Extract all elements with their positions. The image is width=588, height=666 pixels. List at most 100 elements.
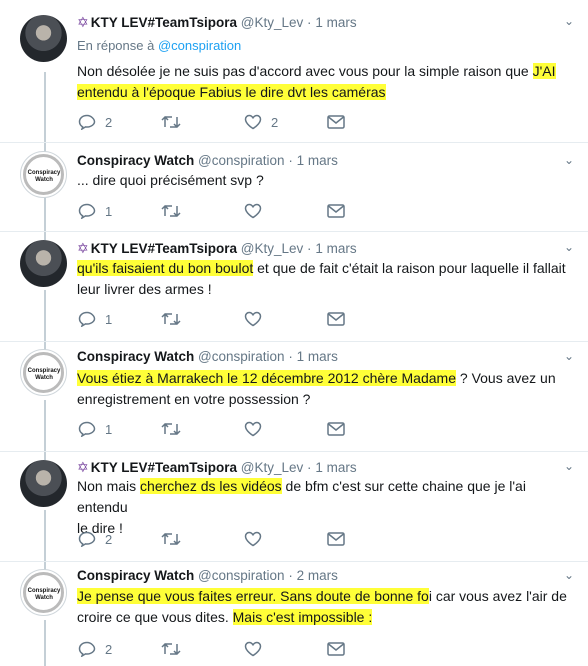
tweet-header: ✡ KTY LEV#TeamTsipora @Kty_Lev · 1 mars xyxy=(77,459,357,476)
retweet-icon xyxy=(161,115,181,129)
retweet-button[interactable] xyxy=(161,203,244,219)
reply-prefix: En réponse à xyxy=(77,38,155,53)
like-count: 2 xyxy=(271,114,279,130)
reply-count: 2 xyxy=(105,114,113,130)
direct-message-button[interactable] xyxy=(327,422,410,436)
reply-button[interactable]: 1 xyxy=(78,203,161,219)
reply-button[interactable]: 2 xyxy=(78,114,161,130)
separator-dot: · xyxy=(307,15,312,30)
avatar[interactable]: Conspiracy Watch xyxy=(20,569,67,616)
highlighted-text: qu'ils faisaient du bon boulot xyxy=(77,260,254,276)
like-button[interactable] xyxy=(244,421,327,437)
author-name[interactable]: Conspiracy Watch xyxy=(77,349,194,364)
reply-button[interactable]: 1 xyxy=(78,311,161,327)
direct-message-button[interactable] xyxy=(327,115,410,129)
tweet[interactable]: Conspiracy Watch Conspiracy Watch @consp… xyxy=(0,341,588,452)
retweet-button[interactable] xyxy=(161,641,244,657)
timestamp[interactable]: 1 mars xyxy=(315,15,356,30)
timestamp[interactable]: 1 mars xyxy=(297,153,338,168)
highlighted-text: J'AI xyxy=(532,63,556,79)
author-handle[interactable]: @Kty_Lev xyxy=(241,460,303,475)
tweet-text: qu'ils faisaient du bon boulot et que de… xyxy=(77,258,572,300)
author-name[interactable]: Conspiracy Watch xyxy=(77,153,194,168)
star-of-david-icon: ✡ xyxy=(77,14,89,30)
reply-button[interactable]: 2 xyxy=(78,641,161,657)
separator-dot: · xyxy=(307,460,312,475)
like-button[interactable] xyxy=(244,203,327,219)
reply-icon xyxy=(78,311,96,327)
like-button[interactable] xyxy=(244,531,327,547)
retweet-button[interactable] xyxy=(161,311,244,327)
separator-dot: · xyxy=(288,153,293,168)
author-name[interactable]: KTY LEV#TeamTsipora xyxy=(91,15,237,30)
chevron-down-icon[interactable]: ⌄ xyxy=(564,240,574,254)
heart-icon xyxy=(244,311,262,327)
direct-message-button[interactable] xyxy=(327,642,410,656)
reply-link[interactable]: @conspiration xyxy=(158,38,241,53)
timestamp[interactable]: 1 mars xyxy=(297,349,338,364)
text-part: ? Vous avez un xyxy=(456,370,556,386)
highlighted-text: Vous étiez à Marrakech le 12 décembre 20… xyxy=(77,370,456,386)
reply-button[interactable]: 2 xyxy=(78,531,161,547)
author-handle[interactable]: @conspiration xyxy=(198,153,285,168)
separator-dot: · xyxy=(288,349,293,364)
text-part: et que de fait c'était la raison pour la… xyxy=(253,260,566,276)
tweet-actions: 1 xyxy=(78,421,410,437)
direct-message-button[interactable] xyxy=(327,312,410,326)
tweet[interactable]: ✡ KTY LEV#TeamTsipora @Kty_Lev · 1 mars ⌄… xyxy=(0,0,588,143)
author-handle[interactable]: @conspiration xyxy=(198,568,285,583)
timestamp[interactable]: 2 mars xyxy=(297,568,338,583)
like-button[interactable] xyxy=(244,311,327,327)
avatar[interactable]: Conspiracy Watch xyxy=(20,151,67,198)
like-button[interactable]: 2 xyxy=(244,114,327,130)
text-part: leur livrer des armes ! xyxy=(77,281,212,297)
avatar[interactable] xyxy=(20,240,67,287)
tweet[interactable]: Conspiracy Watch Conspiracy Watch @consp… xyxy=(0,142,588,232)
chevron-down-icon[interactable]: ⌄ xyxy=(564,14,574,28)
avatar[interactable] xyxy=(20,15,67,62)
envelope-icon xyxy=(327,312,345,326)
reply-count: 2 xyxy=(105,531,113,547)
reply-icon xyxy=(78,114,96,130)
author-name[interactable]: KTY LEV#TeamTsipora xyxy=(91,460,237,475)
retweet-button[interactable] xyxy=(161,421,244,437)
author-name[interactable]: KTY LEV#TeamTsipora xyxy=(91,241,237,256)
author-name[interactable]: Conspiracy Watch xyxy=(77,568,194,583)
logo-text: Conspiracy Watch xyxy=(27,588,61,601)
chevron-down-icon[interactable]: ⌄ xyxy=(564,459,574,473)
chevron-down-icon[interactable]: ⌄ xyxy=(564,153,574,167)
heart-icon xyxy=(244,421,262,437)
tweet-actions: 2 xyxy=(78,531,410,547)
heart-icon xyxy=(244,641,262,657)
tweet-text: Non mais cherchez ds les vidéos de bfm c… xyxy=(77,476,572,539)
retweet-icon xyxy=(161,422,181,436)
chevron-down-icon[interactable]: ⌄ xyxy=(564,349,574,363)
avatar[interactable] xyxy=(20,460,67,507)
timestamp[interactable]: 1 mars xyxy=(315,241,356,256)
tweet-actions: 2 2 xyxy=(78,114,410,130)
logo-text: Conspiracy Watch xyxy=(27,170,61,183)
text-part: ... dire quoi précisément svp ? xyxy=(77,172,264,188)
avatar[interactable]: Conspiracy Watch xyxy=(20,349,67,396)
tweet-text: Je pense que vous faites erreur. Sans do… xyxy=(77,586,572,628)
tweet[interactable]: ✡ KTY LEV#TeamTsipora @Kty_Lev · 1 mars ⌄… xyxy=(0,451,588,562)
author-handle[interactable]: @Kty_Lev xyxy=(241,15,303,30)
tweet[interactable]: Conspiracy Watch Conspiracy Watch @consp… xyxy=(0,561,588,666)
tweet[interactable]: ✡ KTY LEV#TeamTsipora @Kty_Lev · 1 mars ⌄… xyxy=(0,231,588,342)
chevron-down-icon[interactable]: ⌄ xyxy=(564,568,574,582)
reply-button[interactable]: 1 xyxy=(78,421,161,437)
star-of-david-icon: ✡ xyxy=(77,240,89,256)
like-button[interactable] xyxy=(244,641,327,657)
tweet-text: Non désolée je ne suis pas d'accord avec… xyxy=(77,61,572,103)
timestamp[interactable]: 1 mars xyxy=(315,460,356,475)
retweet-button[interactable] xyxy=(161,531,244,547)
reply-count: 1 xyxy=(105,203,113,219)
direct-message-button[interactable] xyxy=(327,532,410,546)
author-handle[interactable]: @Kty_Lev xyxy=(241,241,303,256)
retweet-button[interactable] xyxy=(161,114,244,130)
reply-icon xyxy=(78,421,96,437)
tweet-actions: 2 xyxy=(78,641,410,657)
direct-message-button[interactable] xyxy=(327,204,410,218)
author-handle[interactable]: @conspiration xyxy=(198,349,285,364)
reply-count: 1 xyxy=(105,421,113,437)
